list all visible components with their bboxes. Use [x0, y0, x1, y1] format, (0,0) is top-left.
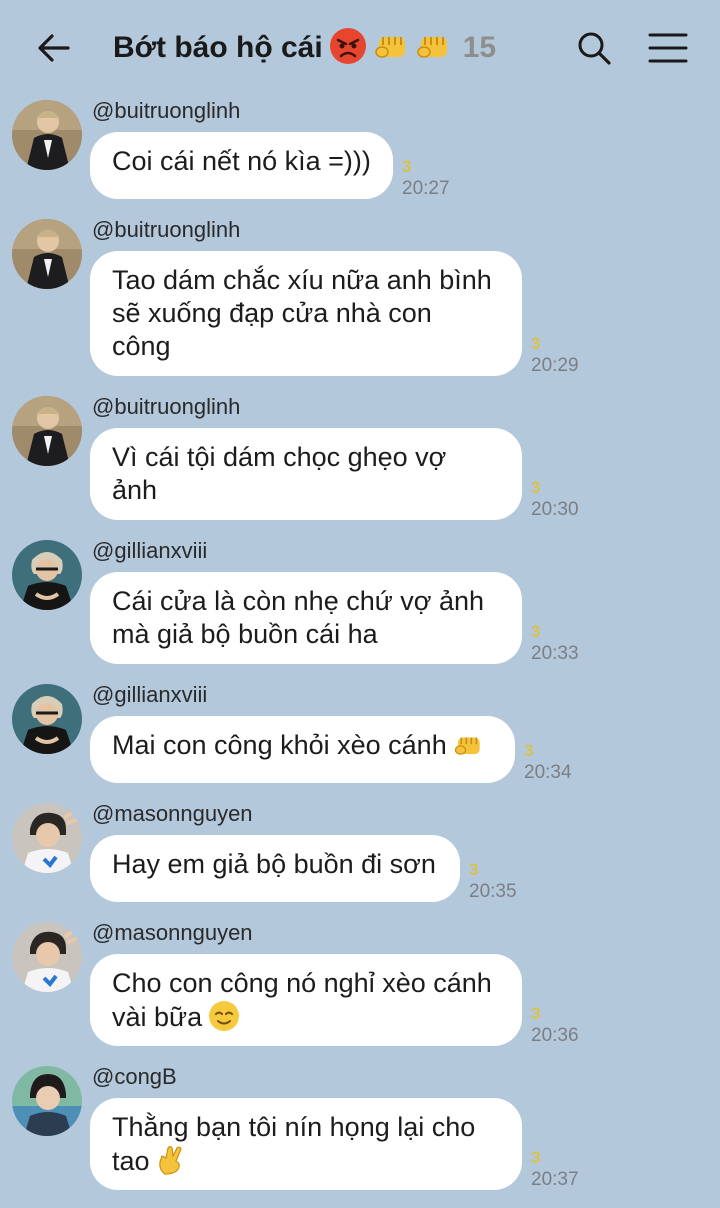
message-username: @buitruonglinh [92, 217, 241, 242]
seen-count: 3 [524, 741, 534, 760]
message-time: 20:35 [469, 881, 517, 902]
message-time: 20:33 [531, 643, 579, 664]
chat-title-area[interactable]: Bớt báo hộ cái 15 [113, 27, 497, 70]
message-text: Cái cửa là còn nhẹ chứ vợ ảnh mà giả bộ … [112, 586, 485, 649]
message-meta: 3 20:30 [531, 477, 579, 521]
message-username: @gillianxviii [92, 682, 208, 707]
fist-icon [453, 730, 483, 768]
avatar[interactable] [12, 1066, 82, 1136]
search-icon[interactable] [574, 28, 614, 68]
message-bubble[interactable]: Vì cái tội dám chọc ghẹo vợ ảnh [90, 428, 522, 520]
message-text: Hay em giả bộ buồn đi sơn [112, 849, 436, 879]
seen-count: 3 [531, 622, 541, 641]
message-meta: 3 20:37 [531, 1147, 579, 1191]
message-username: @masonnguyen [92, 801, 253, 826]
seen-count: 3 [469, 860, 479, 879]
menu-icon[interactable] [646, 28, 690, 68]
avatar[interactable] [12, 100, 82, 170]
message-time: 20:37 [531, 1169, 579, 1190]
message-text: Mai con công khỏi xèo cánh [112, 730, 447, 760]
message-bubble[interactable]: Hay em giả bộ buồn đi sơn [90, 835, 460, 902]
crossed-fingers-icon [156, 1144, 186, 1184]
message-meta: 3 20:34 [524, 740, 572, 784]
message-meta: 3 20:35 [469, 859, 517, 903]
member-count: 15 [462, 31, 497, 64]
message-username: @masonnguyen [92, 920, 253, 945]
seen-count: 3 [531, 1004, 541, 1023]
message-text: Tao dám chắc xíu nữa anh bình sẽ xuống đ… [112, 265, 492, 361]
avatar[interactable] [12, 684, 82, 754]
message-bubble[interactable]: Thằng bạn tôi nín họng lại cho tao [90, 1098, 522, 1190]
message-username: @buitruonglinh [92, 98, 241, 123]
back-arrow-icon[interactable] [34, 28, 74, 68]
message-time: 20:27 [402, 178, 450, 199]
avatar[interactable] [12, 396, 82, 466]
seen-count: 3 [402, 157, 412, 176]
message-text: Vì cái tội dám chọc ghẹo vợ ảnh [112, 442, 447, 505]
angry-face-icon [329, 27, 367, 70]
avatar[interactable] [12, 540, 82, 610]
message-bubble[interactable]: Cái cửa là còn nhẹ chứ vợ ảnh mà giả bộ … [90, 572, 522, 664]
message-time: 20:29 [531, 355, 579, 376]
seen-count: 3 [531, 478, 541, 497]
message-bubble[interactable]: Tao dám chắc xíu nữa anh bình sẽ xuống đ… [90, 251, 522, 376]
message-username: @gillianxviii [92, 538, 208, 563]
message-time: 20:34 [524, 762, 572, 783]
message-bubble[interactable]: Mai con công khỏi xèo cánh [90, 716, 515, 783]
message-username: @congB [92, 1064, 177, 1089]
message-bubble[interactable]: Coi cái nết nó kìa =))) [90, 132, 393, 199]
message-time: 20:36 [531, 1025, 579, 1046]
avatar[interactable] [12, 922, 82, 992]
message-username: @buitruonglinh [92, 394, 241, 419]
message-text: Coi cái nết nó kìa =))) [112, 146, 371, 176]
message-time: 20:30 [531, 499, 579, 520]
message-bubble[interactable]: Cho con công nó nghỉ xèo cánh vài bữa [90, 954, 522, 1046]
message-text: Cho con công nó nghỉ xèo cánh vài bữa [112, 968, 492, 1032]
avatar[interactable] [12, 803, 82, 873]
fist-icon [373, 28, 409, 69]
chat-title: Bớt báo hộ cái [113, 31, 323, 64]
fist-icon [415, 28, 451, 69]
seen-count: 3 [531, 334, 541, 353]
message-meta: 3 20:29 [531, 333, 579, 377]
avatar[interactable] [12, 219, 82, 289]
message-meta: 3 20:27 [402, 156, 450, 200]
seen-count: 3 [531, 1148, 541, 1167]
chat-header: Bớt báo hộ cái 15 [0, 0, 720, 96]
relieved-face-icon [208, 1000, 240, 1040]
message-meta: 3 20:33 [531, 621, 579, 665]
message-meta: 3 20:36 [531, 1003, 579, 1047]
